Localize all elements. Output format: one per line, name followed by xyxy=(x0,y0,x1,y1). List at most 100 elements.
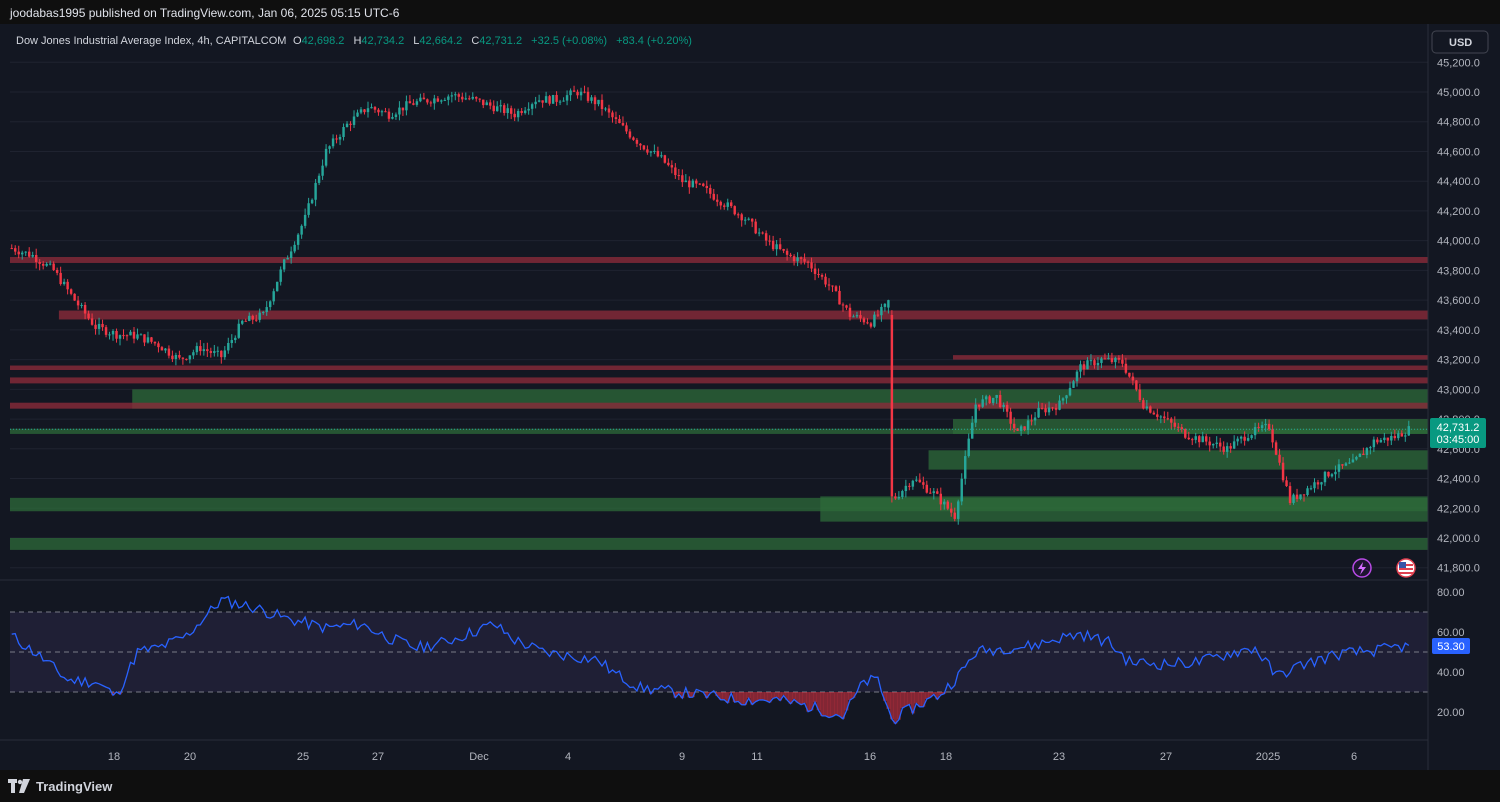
candle-body xyxy=(579,91,583,96)
candle-body xyxy=(1044,408,1047,413)
candle-body xyxy=(639,143,642,146)
price-tick-label: 43,200.0 xyxy=(1437,355,1480,367)
candle-body xyxy=(1299,494,1302,499)
candle-body xyxy=(635,139,639,144)
candle-body xyxy=(338,136,342,140)
candle-body xyxy=(977,404,981,407)
candle-body xyxy=(883,303,887,307)
candle-body xyxy=(576,91,579,96)
time-tick-label: 18 xyxy=(108,751,120,763)
candle-body xyxy=(1103,358,1107,360)
time-tick-label: 4 xyxy=(565,751,571,763)
candle-body xyxy=(541,100,544,103)
candle-body xyxy=(862,318,866,323)
candle-body xyxy=(279,269,282,282)
candle-body xyxy=(499,105,502,107)
time-tick-label: 18 xyxy=(940,751,952,763)
candle-body xyxy=(1257,427,1260,429)
candle-body xyxy=(1166,418,1170,420)
candle-body xyxy=(915,479,918,481)
time-tick-label: 23 xyxy=(1053,751,1065,763)
lightning-icon[interactable] xyxy=(1352,558,1372,578)
candle-body xyxy=(192,352,195,356)
candle-body xyxy=(611,112,614,118)
candle-body xyxy=(509,108,513,114)
candle-body xyxy=(946,501,949,509)
candle-body xyxy=(1327,471,1330,477)
candle-body xyxy=(174,354,178,360)
countdown: 03:45:00 xyxy=(1437,434,1480,446)
candle-body xyxy=(1313,482,1316,489)
candle-body xyxy=(1089,360,1093,362)
candle-body xyxy=(778,244,782,249)
candle-body xyxy=(761,232,764,234)
candle-body xyxy=(482,99,485,106)
candle-body xyxy=(1246,438,1250,441)
candle-body xyxy=(1211,443,1215,446)
candle-body xyxy=(303,214,307,226)
candle-body xyxy=(852,316,855,318)
candle-body xyxy=(104,327,108,335)
candle-body xyxy=(1142,400,1145,409)
candle-body xyxy=(1026,420,1030,431)
candle-body xyxy=(1323,471,1327,483)
candle-body xyxy=(1173,422,1177,427)
candle-body xyxy=(764,233,768,241)
chart[interactable]: 45,200.0 45,000.0 44,800.0 44,600.0 44,400.0… xyxy=(0,24,1500,770)
candle-body xyxy=(897,496,901,499)
candle-body xyxy=(433,98,436,104)
candle-body xyxy=(1037,407,1040,418)
candle-body xyxy=(1320,482,1323,485)
us-flag-icon[interactable] xyxy=(1396,558,1416,578)
candle-body xyxy=(101,323,104,328)
candle-body xyxy=(1369,447,1372,449)
currency-button[interactable]: USD xyxy=(1431,30,1489,54)
candle-body xyxy=(1337,464,1341,472)
candle-body xyxy=(684,180,688,183)
footer-brand[interactable]: TradingView xyxy=(8,775,112,797)
candle-body xyxy=(1152,412,1156,415)
candle-body xyxy=(384,111,387,113)
time-tick-label: 20 xyxy=(184,751,196,763)
candle-body xyxy=(887,300,890,308)
price-tick-label: 43,400.0 xyxy=(1437,325,1480,337)
candle-body xyxy=(667,162,670,166)
legend-close: 42,731.2 xyxy=(479,35,522,47)
candle-body xyxy=(150,337,153,342)
candle-body xyxy=(555,94,558,102)
candle-body xyxy=(258,312,261,320)
candle-body xyxy=(251,315,254,320)
candle-body xyxy=(377,109,380,113)
candle-body xyxy=(41,263,45,266)
candle-body xyxy=(534,101,537,105)
candle-body xyxy=(1260,425,1264,429)
candle-body xyxy=(709,188,712,194)
candle-body xyxy=(1250,435,1253,439)
candle-body xyxy=(1362,453,1365,455)
price-tick-label: 43,000.0 xyxy=(1437,384,1480,396)
candle-body xyxy=(136,334,139,339)
candle-body xyxy=(146,337,150,343)
candle-body xyxy=(14,248,17,252)
candle-body xyxy=(1229,446,1232,449)
candle-body xyxy=(1302,494,1306,496)
candle-body xyxy=(310,199,314,204)
price-tick-label: 45,200.0 xyxy=(1437,57,1480,69)
candle-body xyxy=(331,138,335,147)
candle-body xyxy=(21,252,24,255)
support-zone xyxy=(10,538,1428,550)
candle-body xyxy=(632,137,635,140)
candle-body xyxy=(810,262,813,269)
candle-body xyxy=(726,202,729,207)
candle-body xyxy=(1201,436,1204,443)
candle-body xyxy=(551,94,555,104)
candle-body xyxy=(1114,357,1117,363)
candle-body xyxy=(625,125,628,132)
publisher-line: joodabas1995 published on TradingView.co… xyxy=(10,6,400,20)
candle-body xyxy=(328,146,331,149)
candle-body xyxy=(1334,471,1337,475)
candle-body xyxy=(674,167,677,176)
candle-body xyxy=(349,123,352,125)
resistance-zone xyxy=(953,355,1428,360)
legend-close-label: C xyxy=(471,35,479,47)
